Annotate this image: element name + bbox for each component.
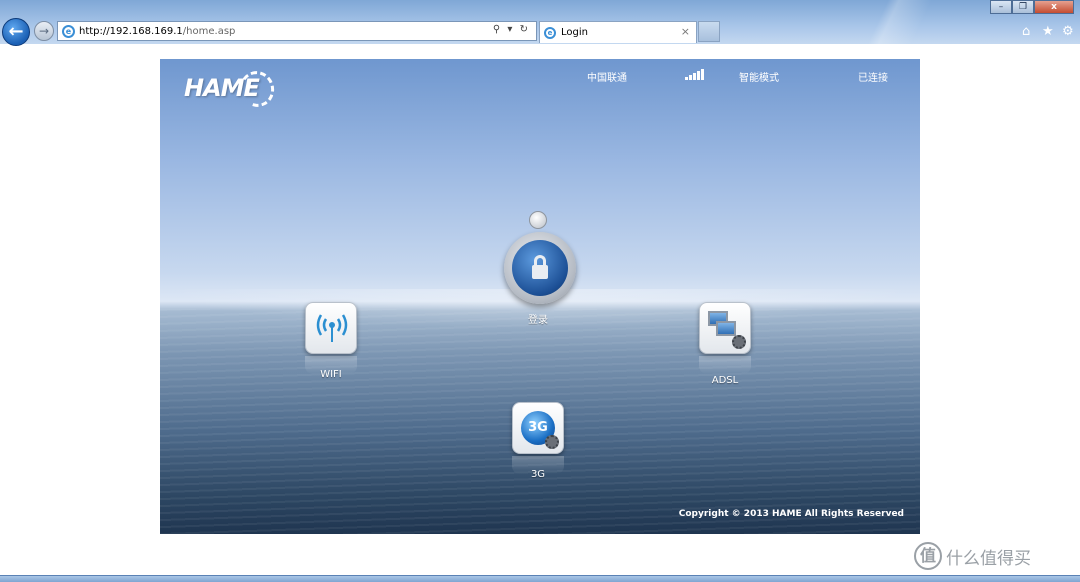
tab-login[interactable]: e Login × [539,21,697,43]
signal-strength-icon [685,69,704,80]
tab-title: Login [561,27,588,38]
adsl-button[interactable] [699,302,751,354]
login-button[interactable] [504,232,576,304]
close-window-button[interactable]: x [1034,0,1074,14]
url-path: /home.asp [182,25,236,37]
os-taskbar[interactable] [0,575,1080,582]
watermark-badge-icon: 值 [914,542,942,570]
gear-icon [545,435,559,449]
watermark-text: 什么值得买 [946,548,1031,569]
ie-page-icon: e [62,24,75,38]
login-label: 登录 [528,315,548,326]
restore-button[interactable]: ❐ [1012,0,1034,14]
browser-toolbar: ← → e http://192.168.169.1 /home.asp ⚲ ▾… [0,0,1080,46]
lock-icon [512,240,568,296]
gear-icon [732,335,746,349]
address-tools-icons[interactable]: ⚲ ▾ ↻ [493,24,530,35]
address-bar[interactable]: e http://192.168.169.1 /home.asp ⚲ ▾ ↻ [57,21,537,41]
favorites-icon[interactable]: ★ [1042,24,1054,39]
site-watermark: 值 什么值得买 [914,542,1031,570]
connection-status: 已连接 [858,73,888,84]
back-button[interactable]: ← [2,18,30,46]
url-host: http://192.168.169.1 [79,25,183,37]
mode-status: 智能模式 [739,73,779,84]
copyright-text: Copyright © 2013 HAME All Rights Reserve… [678,509,904,519]
home-icon[interactable]: ⌂ [1022,24,1030,39]
carrier-status: 中国联通 [587,73,627,84]
alert-bell-icon [529,211,547,229]
new-tab-button[interactable] [698,21,720,42]
threeg-button[interactable]: 3G [512,402,564,454]
wifi-antenna-icon [316,314,348,342]
minimize-button[interactable]: – [990,0,1012,14]
ie-tab-icon: e [544,26,556,39]
tab-close-icon[interactable]: × [681,25,690,38]
router-page: HAME 中国联通 智能模式 已连接 登录 WIFI ADSL 3G 3G Co… [160,59,920,534]
hame-logo: HAME [184,66,280,112]
threeg-label: 3G [530,469,546,480]
wifi-button[interactable] [305,302,357,354]
forward-button[interactable]: → [34,21,54,41]
window-controls: – ❐ x [990,0,1074,14]
wifi-label: WIFI [320,369,342,380]
settings-gear-icon[interactable]: ⚙ [1062,24,1074,39]
adsl-label: ADSL [711,375,739,386]
